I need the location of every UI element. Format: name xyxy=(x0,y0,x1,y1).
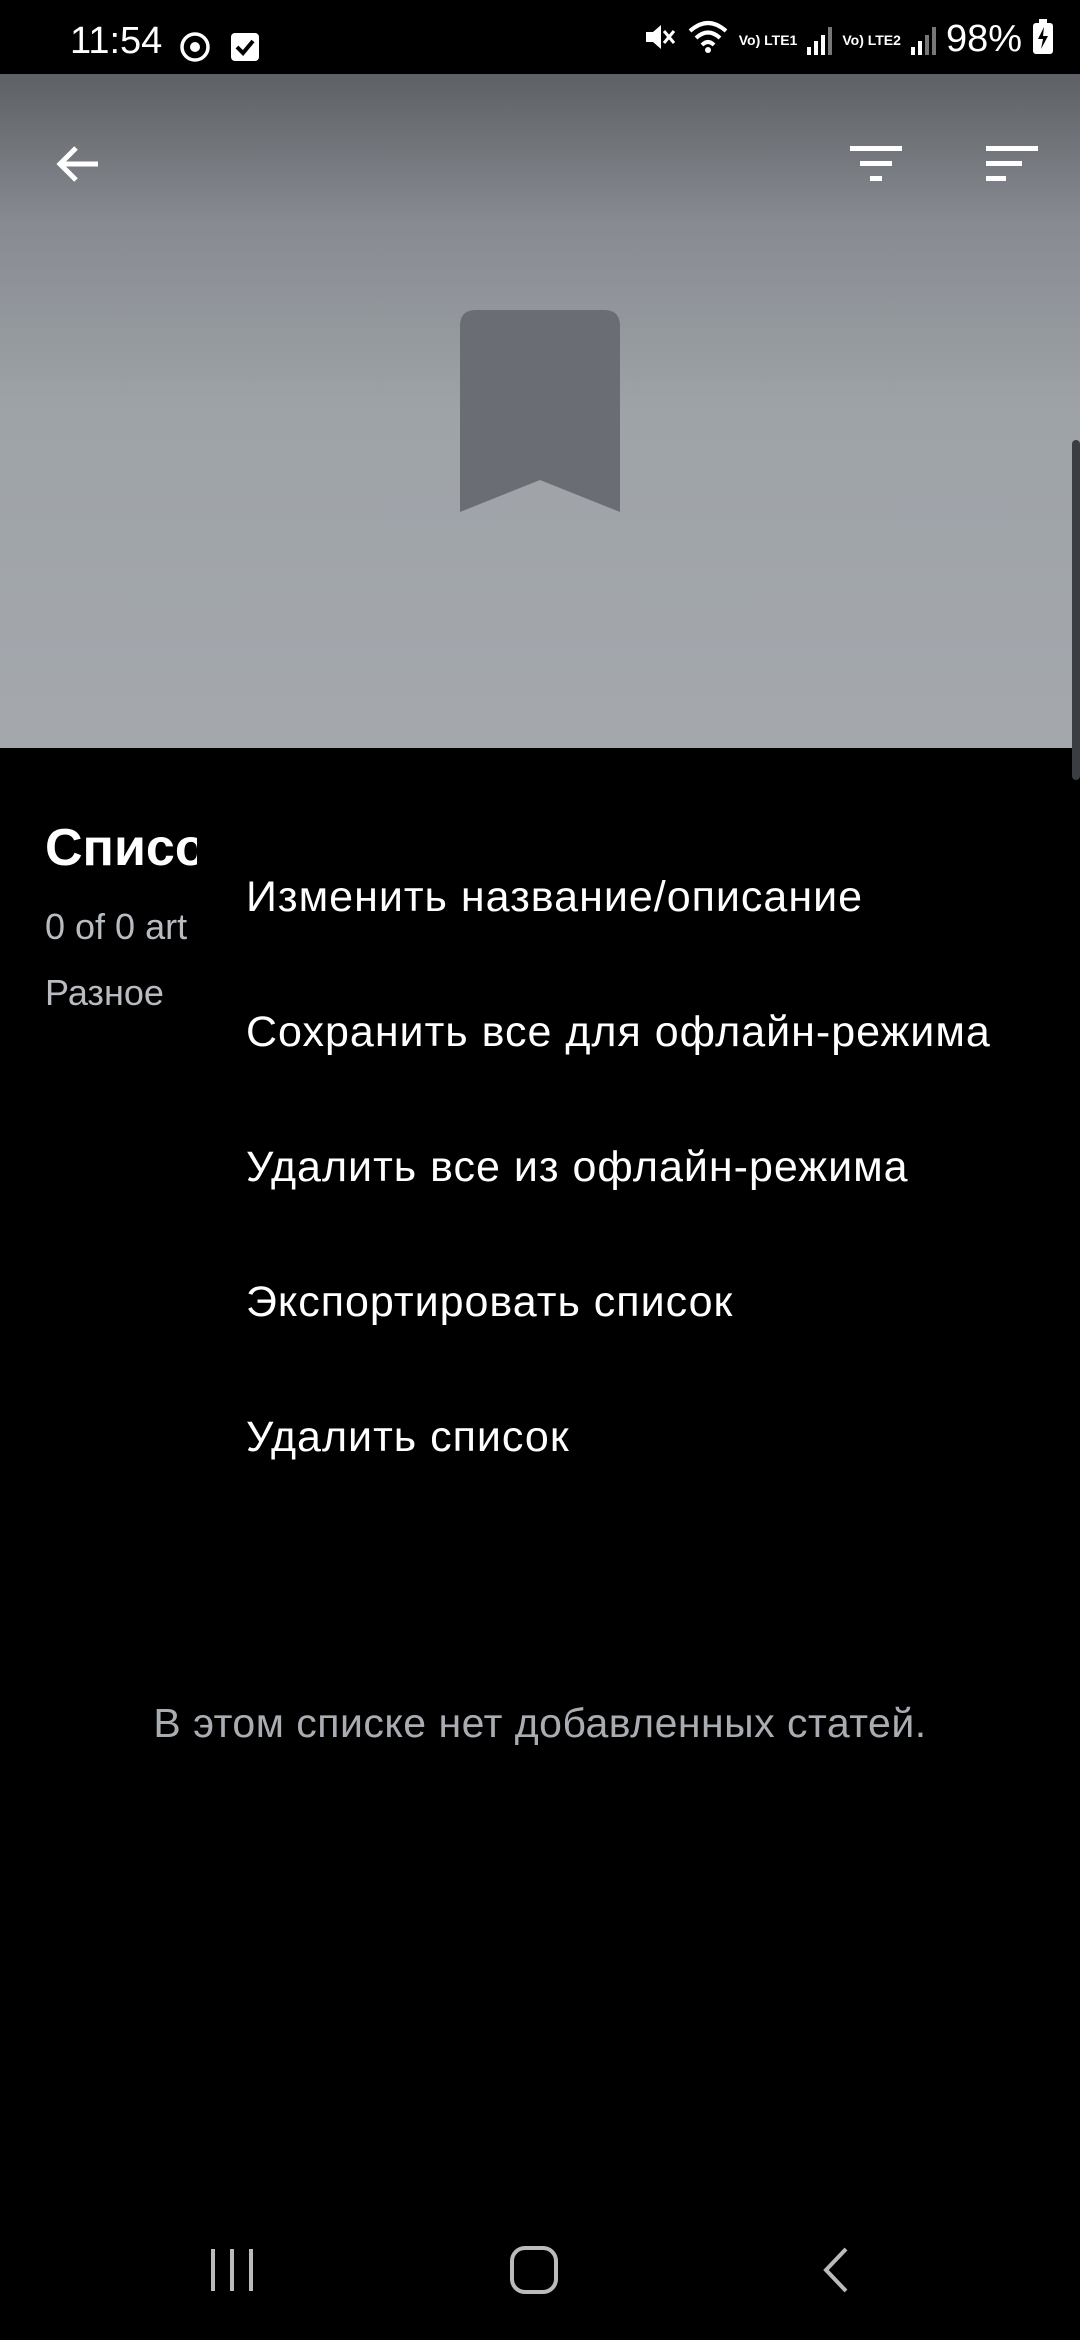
overflow-menu: Изменить название/описание Сохранить все… xyxy=(200,830,1080,1505)
sort-button[interactable] xyxy=(964,116,1060,212)
recents-button[interactable] xyxy=(172,2220,292,2320)
filter-button[interactable] xyxy=(828,116,924,212)
signal-icon xyxy=(910,25,936,55)
article-count: 0 of 0 art xyxy=(45,906,188,947)
menu-item-export-list[interactable]: Экспортировать список xyxy=(200,1235,1080,1370)
home-button[interactable] xyxy=(474,2220,594,2320)
status-time: 11:54 xyxy=(70,20,163,62)
system-back-button[interactable] xyxy=(776,2220,896,2320)
list-title: Списо xyxy=(45,819,197,877)
back-icon xyxy=(823,2247,848,2293)
filter-icon xyxy=(850,146,902,181)
signal-icon xyxy=(807,25,833,55)
status-system-icons: Vo) LTE1 Vo) LTE2 98% xyxy=(641,18,1054,61)
wifi-icon xyxy=(687,19,729,60)
list-header xyxy=(0,74,1080,748)
arrow-left-icon xyxy=(56,146,98,182)
menu-item-delete-list[interactable]: Удалить список xyxy=(200,1370,1080,1505)
sim1-label: Vo) LTE1 xyxy=(738,31,798,48)
status-notification-icons xyxy=(178,30,260,69)
checkbox-icon xyxy=(230,32,260,67)
mute-icon xyxy=(641,19,677,60)
empty-state-message: В этом списке нет добавленных статей. xyxy=(153,1700,927,1746)
scrollbar[interactable] xyxy=(1072,440,1080,780)
navigation-bar xyxy=(0,2200,1080,2340)
home-icon xyxy=(510,2246,558,2294)
status-bar: 11:54 Vo) LTE1 Vo) LTE2 98% xyxy=(0,0,1080,74)
bookmark-icon xyxy=(460,310,620,517)
menu-item-edit-name[interactable]: Изменить название/описание xyxy=(200,830,1080,965)
battery-charging-icon xyxy=(1032,19,1054,60)
battery-percent: 98% xyxy=(945,18,1022,60)
menu-item-remove-offline[interactable]: Удалить все из офлайн-режима xyxy=(200,1100,1080,1235)
back-button[interactable] xyxy=(30,116,126,212)
sort-icon xyxy=(986,146,1038,181)
recents-icon xyxy=(211,2249,253,2291)
sync-icon xyxy=(178,30,212,69)
menu-item-save-offline[interactable]: Сохранить все для офлайн-режима xyxy=(200,965,1080,1100)
sim2-label: Vo) LTE2 xyxy=(842,31,901,48)
list-category: Разное xyxy=(45,972,164,1013)
